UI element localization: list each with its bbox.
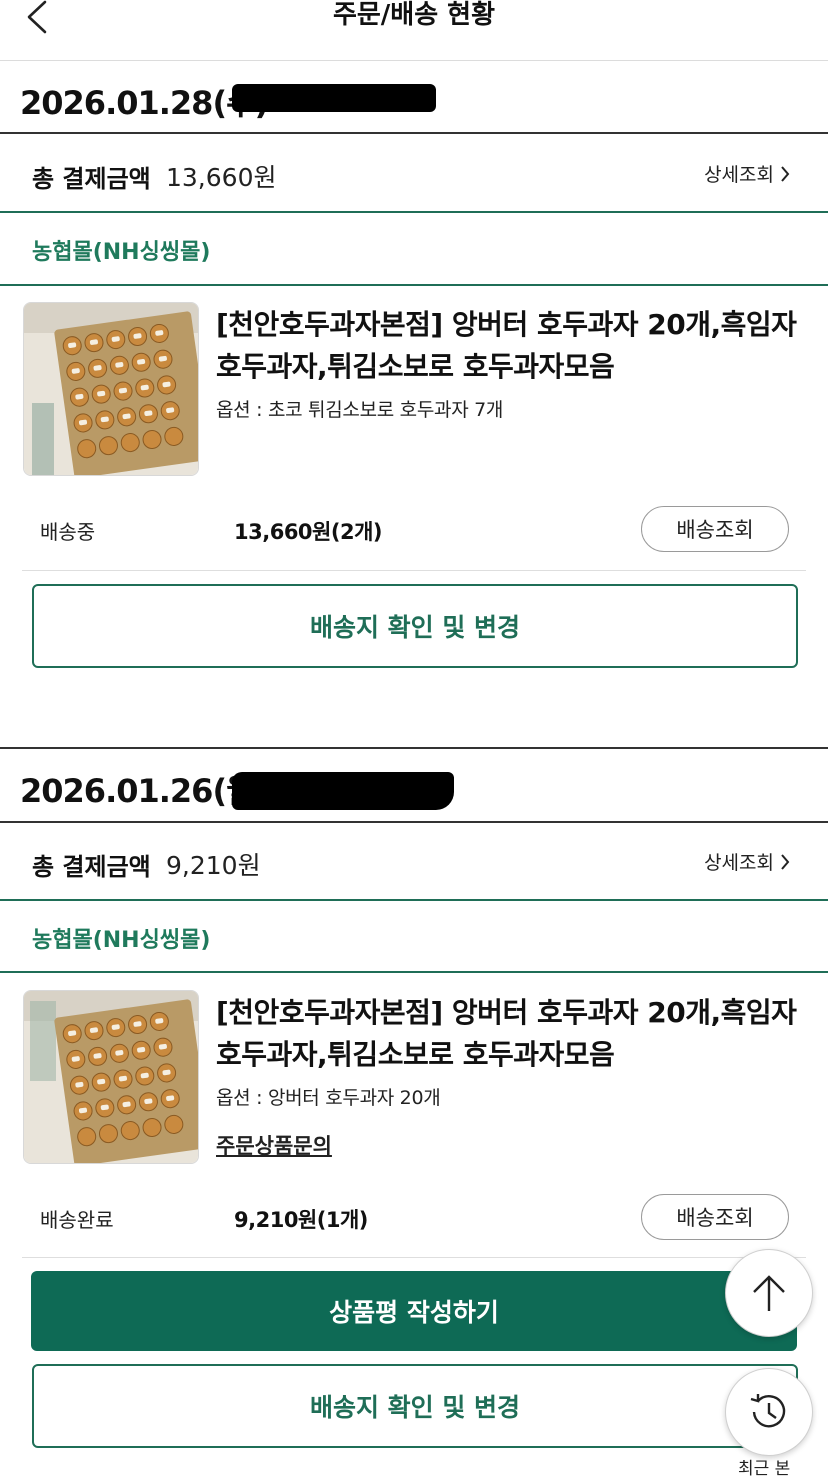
product-option: 옵션 : 초코 튀김소보로 호두과자 7개 <box>216 399 504 421</box>
order-price: 9,210원(1개) <box>234 1208 368 1232</box>
track-delivery-button[interactable]: 배송조회 <box>641 1194 789 1240</box>
total-payment-label: 총 결제금액 <box>32 853 151 881</box>
product-name[interactable]: [천안호두과자본점] 앙버터 호두과자 20개,흑임자 호두과자,튀김소보로 호… <box>216 304 806 388</box>
recent-viewed-button[interactable] <box>725 1368 813 1456</box>
write-review-button[interactable]: 상품평 작성하기 <box>31 1271 797 1351</box>
delivery-status: 배송완료 <box>40 1208 114 1232</box>
scroll-top-button[interactable] <box>725 1249 813 1337</box>
history-icon <box>750 1394 786 1428</box>
divider <box>0 132 828 134</box>
address-change-button[interactable]: 배송지 확인 및 변경 <box>32 1364 798 1448</box>
page-title: 주문/배송 현황 <box>332 0 496 30</box>
divider <box>0 821 828 823</box>
redaction-bar <box>232 772 454 810</box>
address-change-button[interactable]: 배송지 확인 및 변경 <box>32 584 798 668</box>
chevron-right-icon <box>781 853 790 870</box>
redaction-bar <box>232 84 436 112</box>
order-price: 13,660원(2개) <box>234 520 382 544</box>
divider <box>0 284 828 286</box>
seller-name: 농협몰(NH싱씽몰) <box>32 240 211 265</box>
total-payment-value: 13,660원 <box>166 163 277 192</box>
product-thumbnail[interactable] <box>23 990 199 1164</box>
walnut-cookie-box-image <box>24 303 198 475</box>
recent-viewed-label: 최근 본 <box>738 1459 791 1479</box>
divider <box>0 899 828 901</box>
delivery-status: 배송중 <box>40 520 96 544</box>
product-name[interactable]: [천안호두과자본점] 앙버터 호두과자 20개,흑임자 호두과자,튀김소보로 호… <box>216 992 806 1076</box>
order-inquiry-link[interactable]: 주문상품문의 <box>216 1130 332 1160</box>
track-delivery-button[interactable]: 배송조회 <box>641 506 789 552</box>
detail-view-label: 상세조회 <box>704 164 774 186</box>
detail-view-link[interactable]: 상세조회 <box>704 160 790 187</box>
seller-name: 농협몰(NH싱씽몰) <box>32 928 211 953</box>
total-payment-label: 총 결제금액 <box>32 165 151 193</box>
product-thumbnail[interactable] <box>23 302 199 476</box>
product-option: 옵션 : 앙버터 호두과자 20개 <box>216 1087 441 1109</box>
divider <box>22 1257 806 1258</box>
divider <box>0 211 828 213</box>
order-date: 2026.01.28(수) <box>20 84 269 122</box>
order-date: 2026.01.26(월) <box>20 772 269 810</box>
walnut-cookie-box-image <box>24 991 198 1163</box>
arrow-up-icon <box>753 1275 785 1311</box>
total-payment-value: 9,210원 <box>166 851 261 880</box>
divider <box>0 747 828 749</box>
divider <box>22 570 806 571</box>
divider <box>0 971 828 973</box>
detail-view-link[interactable]: 상세조회 <box>704 848 790 875</box>
chevron-right-icon <box>781 165 790 182</box>
detail-view-label: 상세조회 <box>704 852 774 874</box>
